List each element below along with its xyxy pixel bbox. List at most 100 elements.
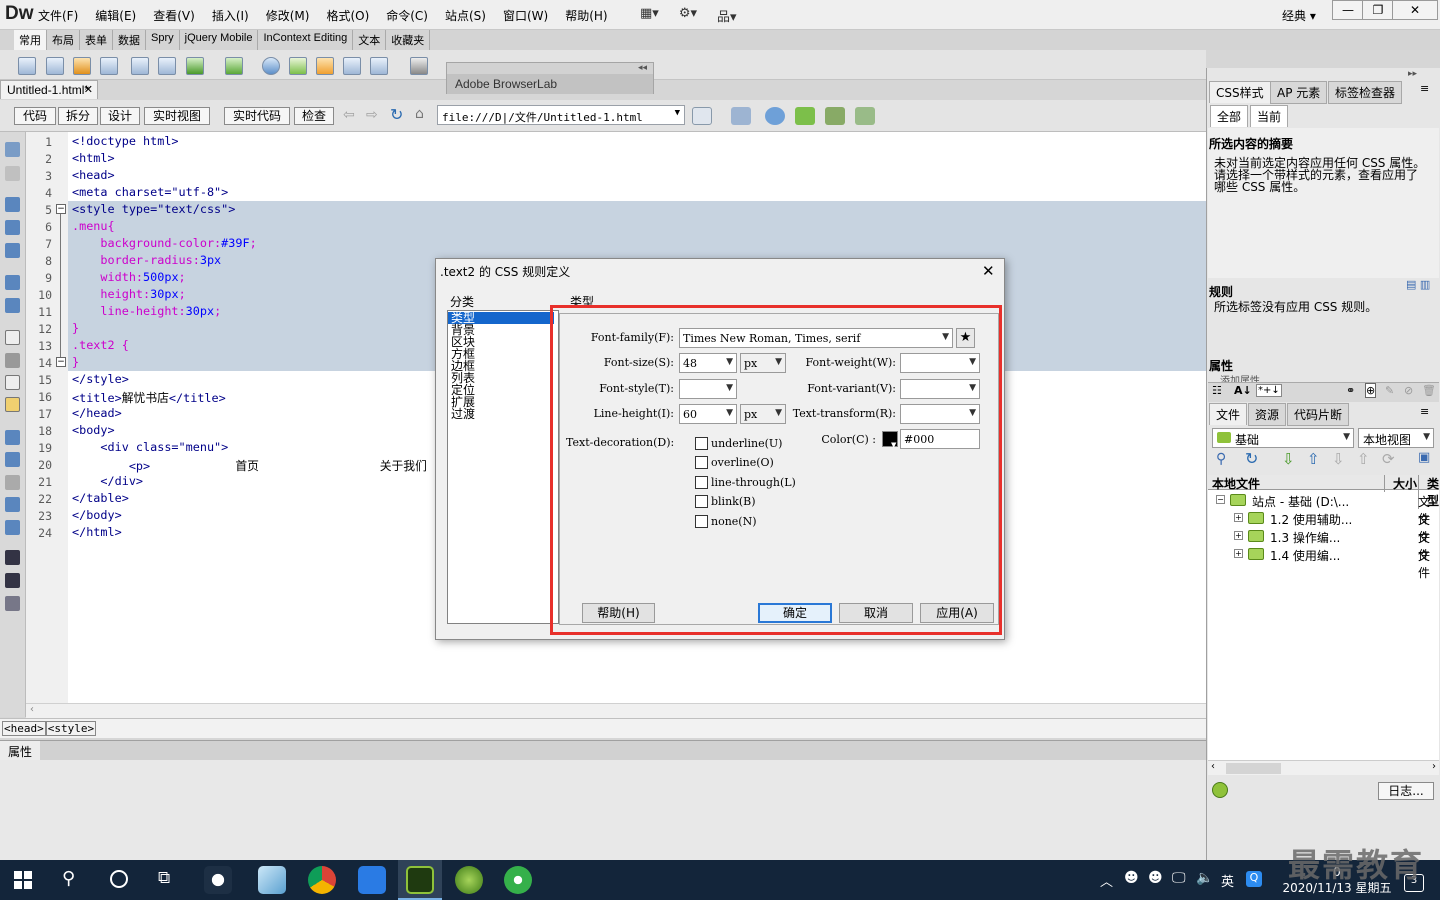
disable-icon[interactable]: ⊘ [1404,384,1413,397]
connect-icon[interactable]: ⚲ [1216,451,1226,467]
live-view-button[interactable]: 实时视图 [144,107,210,125]
live-code-button[interactable]: 实时代码 [224,107,290,125]
inspect-button[interactable]: 检查 [294,107,334,125]
ime-indicator[interactable]: 英 [1221,871,1234,890]
menu-help[interactable]: 帮助(H) [565,7,607,24]
collapse-icon[interactable]: ◂◂ [638,63,647,73]
volume-icon[interactable]: 🔈 [1196,870,1213,886]
close-icon[interactable]: ✕ [84,83,93,96]
tab-forms[interactable]: 表单 [80,30,113,50]
category-item-transition[interactable]: 过渡 [451,408,557,420]
get-files-icon[interactable]: ⇩ [1282,450,1295,468]
refresh-icon[interactable]: ↻ [390,105,403,124]
sync-icon[interactable]: ⟳ [1382,450,1395,468]
fold-toggle-icon[interactable]: − [56,357,66,367]
split-view-button[interactable]: 拆分 [58,107,98,125]
tag-selector-head[interactable]: <head> [2,721,46,736]
tab-data[interactable]: 数据 [113,30,146,50]
windows-start-icon[interactable] [14,871,32,889]
expand-toggle-icon[interactable]: + [1234,549,1243,558]
menu-commands[interactable]: 命令(C) [386,7,428,24]
syntax-coloring-icon[interactable] [5,397,20,412]
put-files-icon[interactable]: ⇧ [1307,450,1320,468]
menu-window[interactable]: 窗口(W) [503,7,548,24]
word-app-icon[interactable] [358,866,386,894]
mode-all-button[interactable]: 全部 [1210,105,1249,127]
file-tree-scrollbar[interactable]: ‹ › [1208,760,1439,775]
menu-file[interactable]: 文件(F) [38,7,78,24]
check-in-icon[interactable]: ⇧ [1357,450,1370,468]
tab-incontext[interactable]: InContext Editing [258,30,354,50]
apply-comment-icon[interactable] [5,430,20,445]
tab-layout[interactable]: 布局 [47,30,80,50]
image-icon[interactable] [186,57,204,75]
validate-icon[interactable] [825,107,845,125]
pinwheel-app-icon[interactable] [204,866,232,894]
expand-all-icon[interactable] [5,243,20,258]
column-local-files[interactable]: 本地文件 [1212,475,1260,492]
back-icon[interactable]: ⇦ [343,107,355,123]
code-view-button[interactable]: 代码 [14,107,56,125]
scroll-thumb[interactable] [1226,763,1281,774]
file-tree-row[interactable]: +1.2 使用辅助... 文件 [1208,510,1439,544]
collapse-selection-icon[interactable] [5,220,20,235]
horizontal-rule-icon[interactable] [100,57,118,75]
menu-format[interactable]: 格式(O) [326,7,369,24]
rule-view-icon[interactable]: ▤ ▥ [1406,278,1430,291]
open-documents-icon[interactable] [5,142,20,157]
file-management-icon[interactable] [795,107,815,125]
qq-icon[interactable]: ☻ [1124,870,1139,886]
cortana-icon[interactable] [110,870,128,888]
chrome-icon[interactable] [308,866,336,894]
preview-browser-icon[interactable] [765,107,785,125]
tab-css-styles[interactable]: CSS样式 [1209,81,1271,103]
forward-icon[interactable]: ⇨ [366,107,378,123]
menu-view[interactable]: 查看(V) [153,7,195,24]
workspace-switcher[interactable]: 经典 ▾ [1282,7,1316,24]
highlight-invalid-icon[interactable] [5,353,20,368]
task-view-icon[interactable]: ⧉ [158,868,170,888]
restore-button[interactable]: ❐ [1362,0,1394,20]
collapse-icon[interactable]: ▸▸ [1408,69,1417,79]
chevron-up-icon[interactable]: ︿ [1100,871,1113,890]
log-button[interactable]: 日志... [1378,782,1434,800]
add-property-link[interactable]: 添加属性 [1220,372,1260,382]
format-source-icon[interactable] [5,596,20,611]
tab-text[interactable]: 文本 [353,30,387,50]
wrap-tag-icon[interactable] [5,475,20,490]
tag-selector-style[interactable]: <style> [45,721,97,736]
app-q-icon[interactable]: Q [1246,871,1262,887]
attach-style-icon[interactable]: ⚭ [1346,384,1355,397]
remove-comment-icon[interactable] [5,452,20,467]
close-icon[interactable]: ✕ [982,262,995,280]
anchor-icon[interactable] [73,57,91,75]
recent-snippets-icon[interactable] [5,497,20,512]
template-icon[interactable] [410,57,428,75]
scroll-right-icon[interactable]: › [1432,761,1436,772]
view-select[interactable]: 本地视图 ▼ [1358,428,1434,448]
word-wrap-icon[interactable] [5,375,20,390]
media-icon[interactable] [225,57,243,75]
refresh-icon[interactable]: ↻ [1245,449,1258,468]
expand-toggle-icon[interactable]: + [1234,531,1243,540]
tab-snippets[interactable]: 代码片断 [1287,403,1350,426]
menu-insert[interactable]: 插入(I) [212,7,249,24]
date-icon[interactable] [289,57,307,75]
file-tree-row[interactable]: +1.3 操作编... 文件 [1208,528,1439,562]
site-status-icon[interactable] [1212,782,1228,798]
select-parent-tag-icon[interactable] [5,275,20,290]
tab-favorites[interactable]: 收藏夹 [386,30,431,50]
site-map-icon[interactable]: 品▾ [717,6,737,25]
new-rule-icon[interactable]: ⊕ [1365,383,1377,398]
edit-rule-icon[interactable]: ✎ [1385,384,1394,397]
scroll-left-icon[interactable]: ‹ [1211,761,1215,772]
panel-menu-icon[interactable]: ≡ [1420,82,1429,95]
mode-current-button[interactable]: 当前 [1250,105,1289,127]
check-out-icon[interactable]: ⇩ [1332,450,1345,468]
head-icon[interactable] [370,57,388,75]
alpha-sort-icon[interactable]: A↓ [1234,384,1252,397]
line-numbers-icon[interactable] [5,330,20,345]
watermelon-app-icon[interactable] [455,866,483,894]
notes-app-icon[interactable] [258,866,286,894]
home-icon[interactable]: ⌂ [415,106,424,122]
